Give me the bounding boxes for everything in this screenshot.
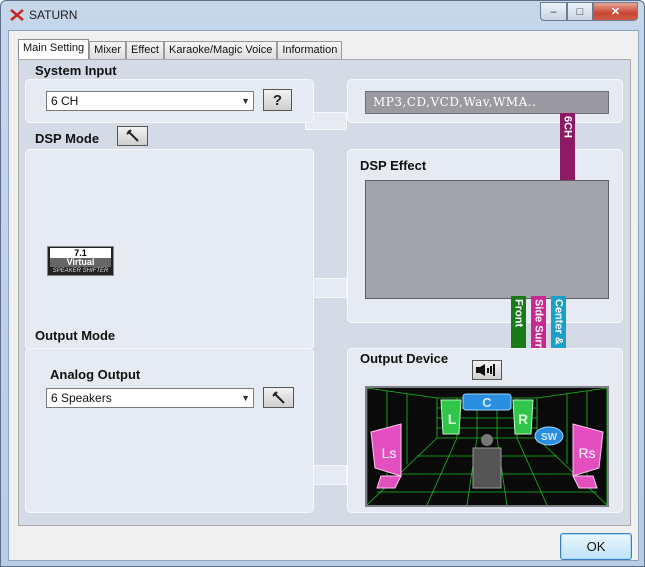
- client-area: Main Setting Mixer Effect Karaoke/Magic …: [8, 30, 639, 561]
- front-label: Front: [512, 299, 525, 328]
- minimize-button[interactable]: –: [540, 2, 567, 21]
- tab-karaoke-magic-voice[interactable]: Karaoke/Magic Voice: [163, 41, 278, 60]
- dsp-mode-label: DSP Mode: [35, 131, 100, 146]
- speaker-room-view: C L R SW Ls Rs: [365, 386, 609, 507]
- tab-strip: Main Setting Mixer Effect Karaoke/Magic …: [18, 39, 343, 60]
- dsp-mode-settings-button[interactable]: [117, 126, 148, 146]
- saturn-logo-icon: [10, 9, 24, 21]
- window-controls: – □ ✕: [540, 2, 638, 21]
- system-input-select[interactable]: 6 CH ▼: [46, 91, 254, 111]
- title-bar[interactable]: SATURN – □ ✕: [1, 1, 644, 29]
- left-surround-stand-icon: [376, 475, 402, 489]
- main-setting-panel: System Input 6 CH ▼ ? MP3,CD,VCD,Wav,WMA…: [18, 59, 631, 526]
- tab-mixer[interactable]: Mixer: [89, 41, 127, 60]
- help-button[interactable]: ?: [263, 89, 292, 111]
- system-input-label: System Input: [35, 63, 117, 78]
- output-mode-select[interactable]: 6 Speakers ▼: [46, 388, 254, 408]
- wrench-icon: [125, 129, 139, 142]
- ok-button[interactable]: OK: [560, 533, 632, 560]
- wrench-icon: [271, 390, 285, 404]
- chevron-down-icon: ▼: [241, 393, 250, 403]
- front-right-label: R: [518, 411, 528, 427]
- right-surround-stand-icon: [572, 475, 598, 489]
- analog-output-label: Analog Output: [50, 367, 141, 382]
- tab-main-setting[interactable]: Main Setting: [18, 39, 90, 60]
- listener-chair-icon: [472, 447, 502, 489]
- badge-virtual: Virtual: [50, 258, 111, 267]
- dsp-effect-label: DSP Effect: [360, 158, 427, 173]
- listener-head-icon: [481, 434, 493, 446]
- dsp-effect-display: [365, 180, 609, 299]
- window-title: SATURN: [29, 8, 78, 22]
- output-mode-label: Output Mode: [35, 328, 116, 343]
- front-left-label: L: [448, 411, 457, 427]
- six-ch-channel-bar: 6CH: [560, 113, 575, 180]
- input-formats-display: MP3,CD,VCD,Wav,WMA..: [365, 91, 609, 114]
- left-surround-label: Ls: [382, 445, 397, 461]
- center-speaker-label: C: [482, 395, 492, 410]
- maximize-button[interactable]: □: [567, 2, 593, 21]
- tab-information[interactable]: Information: [277, 41, 343, 60]
- system-input-value: 6 CH: [51, 94, 79, 108]
- output-device-label: Output Device: [360, 351, 449, 366]
- output-mode-settings-button[interactable]: [263, 387, 294, 408]
- badge-speaker-shifter: SPEAKER SHIFTER: [52, 268, 109, 274]
- minimize-icon: –: [550, 5, 557, 18]
- help-icon: ?: [272, 91, 283, 109]
- app-window: SATURN – □ ✕ Main Setting Mixer Effect K…: [0, 0, 645, 567]
- speaker-volume-icon: [476, 364, 495, 376]
- speaker-test-button[interactable]: [472, 360, 502, 380]
- tab-effect[interactable]: Effect: [126, 41, 164, 60]
- close-button[interactable]: ✕: [593, 2, 638, 21]
- close-icon: ✕: [610, 6, 621, 18]
- right-surround-label: Rs: [578, 445, 595, 461]
- chevron-down-icon: ▼: [241, 96, 250, 106]
- six-ch-label: 6CH: [561, 116, 574, 139]
- maximize-icon: □: [576, 5, 584, 18]
- output-mode-value: 6 Speakers: [51, 391, 112, 405]
- subwoofer-label: SW: [541, 432, 558, 443]
- virtual-speaker-shifter-button[interactable]: 7.1 Virtual SPEAKER SHIFTER: [47, 246, 114, 276]
- speaker-room-graphic: C L R SW Ls Rs: [366, 387, 608, 506]
